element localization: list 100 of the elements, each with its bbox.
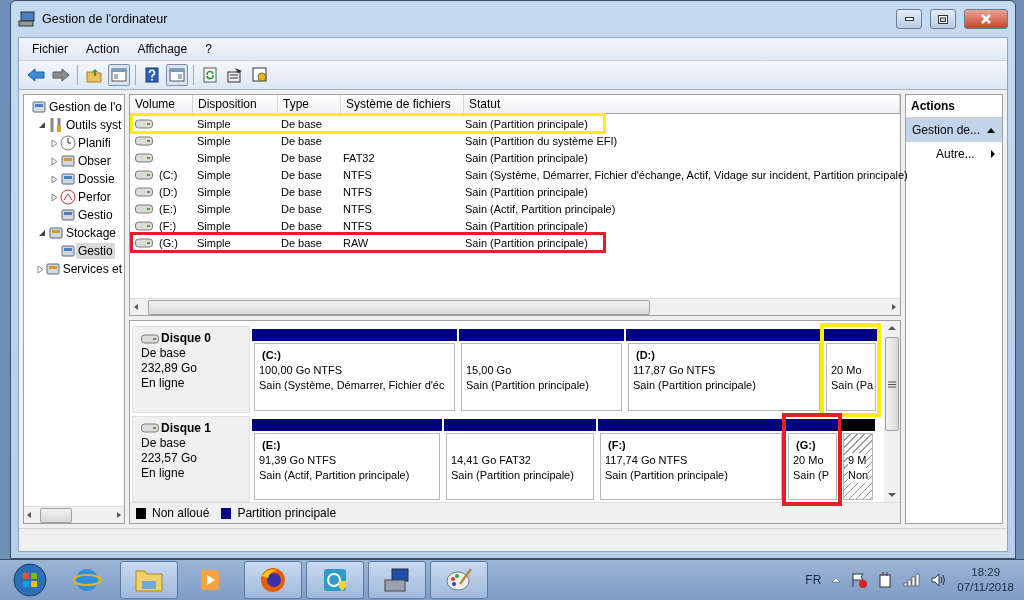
partition-label: (F:) [607,437,627,453]
tree-item[interactable]: Services et [60,261,124,277]
disk-size: 232,89 Go [141,361,199,376]
tree-item[interactable]: Gestion de l'o [47,99,124,115]
menu-item[interactable]: Fichier [25,40,75,58]
table-cell: (G:) [159,236,178,249]
partition-block[interactable]: (C:) 100,00 Go NTFS Sain (Système, Démarrer, Fichier d'éc [254,343,455,411]
table-cell: (D:) [159,185,178,198]
partition-status: Sain (Partition principale) [605,467,728,483]
table-cell: (F:) [159,219,177,232]
table-cell: RAW [343,236,369,249]
table-cell: Sain (Partition principale) [465,185,588,198]
partition-block[interactable]: 15,00 Go Sain (Partition principale) [461,343,622,411]
table-cell: Simple [197,168,231,181]
table-cell: De base [281,219,322,232]
legend-label: Partition principale [237,506,337,520]
partition-size: 15,00 Go [466,363,512,378]
tree-item[interactable]: Perfor [76,189,113,205]
table-cell: Sain (Partition principale) [465,236,588,249]
language-indicator[interactable]: FR [805,573,822,587]
partition-size: 9 M [848,452,867,468]
partition-size: 100,00 Go NTFS [259,363,343,378]
partition-size: 14,41 Go FAT32 [451,452,531,468]
table-cell: Sain (Partition du système EFI) [465,134,618,147]
table-cell: Simple [197,202,231,215]
table-cell: Sain (Partition principale) [465,117,588,130]
disk-type: De base [141,435,187,451]
partition-status: Sain (Actif, Partition principale) [259,467,410,483]
partition-status: Sain (Partition principale) [633,378,756,393]
tree-item[interactable]: Gestio [76,207,115,223]
column-header[interactable]: Statut [464,95,900,113]
table-cell: Simple [197,134,231,147]
partition-label: (C:) [261,348,282,363]
tree-item[interactable]: Dossie [76,171,117,187]
clock-date: 07/11/2018 [957,580,1014,595]
more-actions-item[interactable]: Autre... [906,142,1002,166]
window-title: Gestion de l'ordinateur [42,12,169,26]
column-header[interactable]: Volume [130,95,193,113]
table-cell: NTFS [343,219,372,232]
table-cell: De base [281,117,322,130]
tree-item[interactable]: Gestio [76,243,115,259]
table-cell: NTFS [343,202,372,215]
table-cell: Simple [197,117,231,130]
tree-item[interactable]: Obser [76,153,113,169]
partition-block[interactable]: (F:) 117,74 Go NTFS Sain (Partition principale) [600,432,782,500]
partition-size: 117,74 Go NTFS [605,452,688,468]
table-cell: NTFS [343,168,372,181]
table-cell: Simple [197,236,231,249]
disk-type: De base [141,346,187,361]
partition-label: (E:) [261,437,282,453]
disk-size: 223,57 Go [141,450,199,466]
table-cell: FAT32 [343,151,375,164]
disk-status: En ligne [141,376,186,391]
table-cell: Sain (Actif, Partition principale) [465,202,616,215]
partition-label: (D:) [635,348,656,363]
partition-block[interactable]: (E:) 91,39 Go NTFS Sain (Actif, Partition principale) [254,432,440,500]
column-header[interactable]: Disposition [193,95,278,113]
partition-status: Sain (Système, Démarrer, Fichier d'éc [259,378,445,393]
partition-size: 117,87 Go NTFS [633,363,716,378]
partition-label: (G:) [795,437,817,453]
actions-section[interactable]: Gestion de... [906,118,1002,142]
partition-block[interactable]: 9 M Non [843,432,873,500]
table-cell: Simple [197,151,231,164]
partition-size: 20 Mo [831,363,862,378]
table-cell: De base [281,236,322,249]
table-cell: Simple [197,219,231,232]
table-cell: Sain (Partition principale) [465,151,588,164]
table-cell: (E:) [159,202,177,215]
tree-item[interactable]: Planifi [76,135,113,151]
tree-item[interactable]: Stockage [64,225,119,241]
partition-status: Sain (Partition principale) [466,378,589,393]
partition-status: Sain (Partition principale) [451,467,574,483]
partition-block[interactable]: 20 Mo Sain (Pa [826,343,876,411]
table-cell: De base [281,168,322,181]
table-cell: De base [281,151,322,164]
disk-status: En ligne [141,465,186,481]
partition-block[interactable]: (D:) 117,87 Go NTFS Sain (Partition principale) [628,343,820,411]
menu-item[interactable]: Action [79,40,127,58]
partition-size: 20 Mo [793,452,824,468]
disk-name: Disque 1 [161,420,211,436]
table-cell: De base [281,185,322,198]
tree-item[interactable]: Outils syst [64,117,124,133]
column-header[interactable]: Système de fichiers [341,95,464,113]
table-cell: Sain (Système, Démarrer, Fichier d'échange, Actif, Vidage sur incident, Partition principale) [465,168,908,181]
table-cell: De base [281,202,322,215]
clock-time: 18:29 [971,565,1001,580]
partition-block[interactable]: (G:) 20 Mo Sain (P [788,432,837,500]
partition-block[interactable]: 14,41 Go FAT32 Sain (Partition principale) [446,432,594,500]
table-cell: Simple [197,185,231,198]
menu-item[interactable]: Affichage [130,40,195,58]
table-cell: (C:) [159,168,178,181]
partition-size: 91,39 Go NTFS [259,452,337,468]
legend-label: Non alloué [152,506,210,520]
column-header[interactable]: Type [278,95,341,113]
table-cell: De base [281,134,322,147]
table-cell: NTFS [343,185,372,198]
menu-item[interactable]: ? [198,40,219,58]
partition-status: Sain (P [793,467,830,483]
partition-status: Sain (Pa [831,378,874,393]
table-cell: Sain (Partition principale) [465,219,588,232]
